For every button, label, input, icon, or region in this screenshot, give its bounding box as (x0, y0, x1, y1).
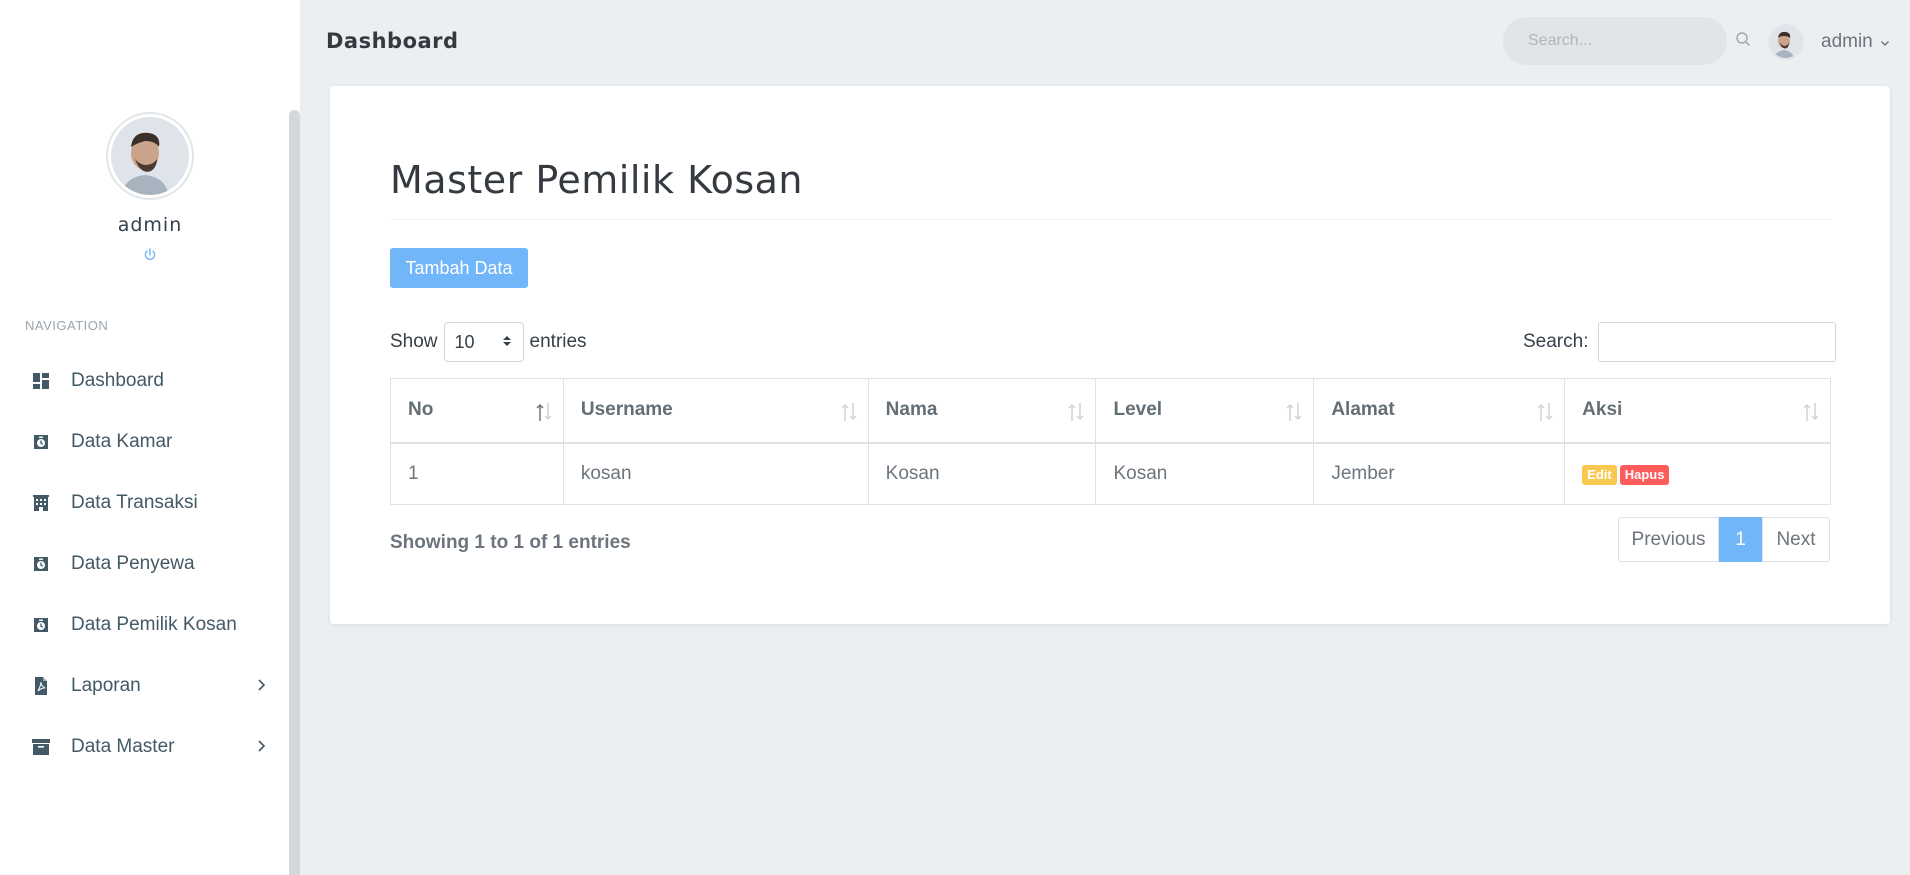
pagination-previous[interactable]: Previous (1618, 517, 1719, 562)
sidebar-item-label: Data Kamar (71, 430, 173, 452)
power-icon[interactable] (143, 248, 157, 267)
sidebar-item-data-pemilik-kosan[interactable]: Data Pemilik Kosan (0, 594, 289, 655)
sort-asc-icon (535, 401, 553, 423)
sidebar-item-label: Data Transaksi (71, 491, 198, 513)
dashboard-icon (30, 370, 52, 392)
column-header-alamat[interactable]: Alamat (1313, 378, 1566, 444)
stopwatch-icon (30, 431, 52, 453)
top-search-box (1503, 17, 1750, 65)
divider (390, 219, 1830, 220)
sidebar-item-data-transaksi[interactable]: Data Transaksi (0, 472, 289, 533)
user-menu[interactable]: admin (1768, 24, 1891, 60)
building-icon (30, 492, 52, 514)
search-icon[interactable] (1735, 31, 1751, 52)
page-title: Dashboard (326, 29, 459, 53)
sidebar: admin Navigation Dashboard Data Kamar Da… (0, 0, 300, 875)
table-filter: Search: (1523, 322, 1837, 362)
avatar (1768, 24, 1804, 60)
pagination: Previous 1 Next (1618, 517, 1830, 562)
cell-aksi: Edit Hapus (1564, 442, 1831, 505)
select-arrows-icon (501, 332, 513, 353)
topbar: Dashboard admin (300, 0, 1910, 83)
table-row: 1 kosan Kosan Kosan Jember Edit Hapus (390, 442, 1831, 505)
card-title: Master Pemilik Kosan (390, 158, 804, 202)
entries-select[interactable]: 10 (443, 322, 524, 362)
add-data-button[interactable]: Tambah Data (390, 248, 528, 288)
show-label: Show (390, 331, 438, 352)
archive-icon (30, 736, 52, 758)
sort-icon (1067, 401, 1085, 423)
sort-icon (840, 401, 858, 423)
sidebar-item-label: Laporan (71, 674, 141, 696)
column-header-username[interactable]: Username (562, 378, 869, 444)
sidebar-scrollbar[interactable] (289, 110, 300, 875)
chevron-down-icon (1879, 36, 1891, 48)
sidebar-item-label: Data Pemilik Kosan (71, 613, 237, 635)
sidebar-item-data-penyewa[interactable]: Data Penyewa (0, 533, 289, 594)
cell-level: Kosan (1095, 442, 1315, 505)
content-card: Master Pemilik Kosan Tambah Data Show 10… (330, 86, 1890, 624)
sidebar-item-label: Data Master (71, 735, 175, 757)
column-header-level[interactable]: Level (1095, 378, 1315, 444)
profile-name: admin (117, 214, 183, 236)
sidebar-item-data-kamar[interactable]: Data Kamar (0, 411, 289, 472)
column-header-aksi[interactable]: Aksi (1564, 378, 1831, 444)
user-name: admin (1821, 31, 1873, 52)
sidebar-profile: admin (0, 112, 300, 267)
nav-title: Navigation (25, 318, 109, 333)
cell-username: kosan (562, 442, 869, 505)
pdf-file-icon (30, 675, 52, 697)
sidebar-item-laporan[interactable]: Laporan (0, 655, 289, 716)
avatar[interactable] (106, 112, 194, 200)
sidebar-item-label: Data Penyewa (71, 552, 195, 574)
column-header-nama[interactable]: Nama (867, 378, 1097, 444)
entries-label: entries (529, 331, 587, 352)
chevron-right-icon (255, 738, 267, 754)
table-header-row: No Username Nama Level Alamat Aksi (390, 378, 1831, 444)
table-info: Showing 1 to 1 of 1 entries (390, 532, 631, 553)
stopwatch-icon (30, 614, 52, 636)
sort-icon (1536, 401, 1554, 423)
delete-button[interactable]: Hapus (1619, 464, 1670, 485)
sidebar-item-data-master[interactable]: Data Master (0, 716, 289, 777)
data-table: No Username Nama Level Alamat Aksi 1 kos… (390, 378, 1831, 505)
sort-icon (1285, 401, 1303, 423)
search-input[interactable] (1528, 32, 1735, 50)
edit-button[interactable]: Edit (1582, 464, 1617, 485)
filter-label: Search: (1523, 331, 1589, 352)
entries-length-control: Show 10 entries (390, 322, 587, 362)
chevron-right-icon (255, 677, 267, 693)
cell-alamat: Jember (1313, 442, 1566, 505)
pagination-next[interactable]: Next (1762, 517, 1830, 562)
sidebar-item-label: Dashboard (71, 369, 164, 391)
sidebar-item-dashboard[interactable]: Dashboard (0, 350, 289, 411)
cell-no: 1 (390, 442, 564, 505)
sort-icon (1802, 401, 1820, 423)
table-search-input[interactable] (1598, 322, 1837, 362)
entries-select-value: 10 (454, 331, 475, 352)
cell-nama: Kosan (867, 442, 1097, 505)
pagination-page-1[interactable]: 1 (1719, 517, 1762, 562)
nav-list: Dashboard Data Kamar Data Transaksi Data… (0, 350, 289, 777)
column-header-no[interactable]: No (390, 378, 564, 444)
stopwatch-icon (30, 553, 52, 575)
